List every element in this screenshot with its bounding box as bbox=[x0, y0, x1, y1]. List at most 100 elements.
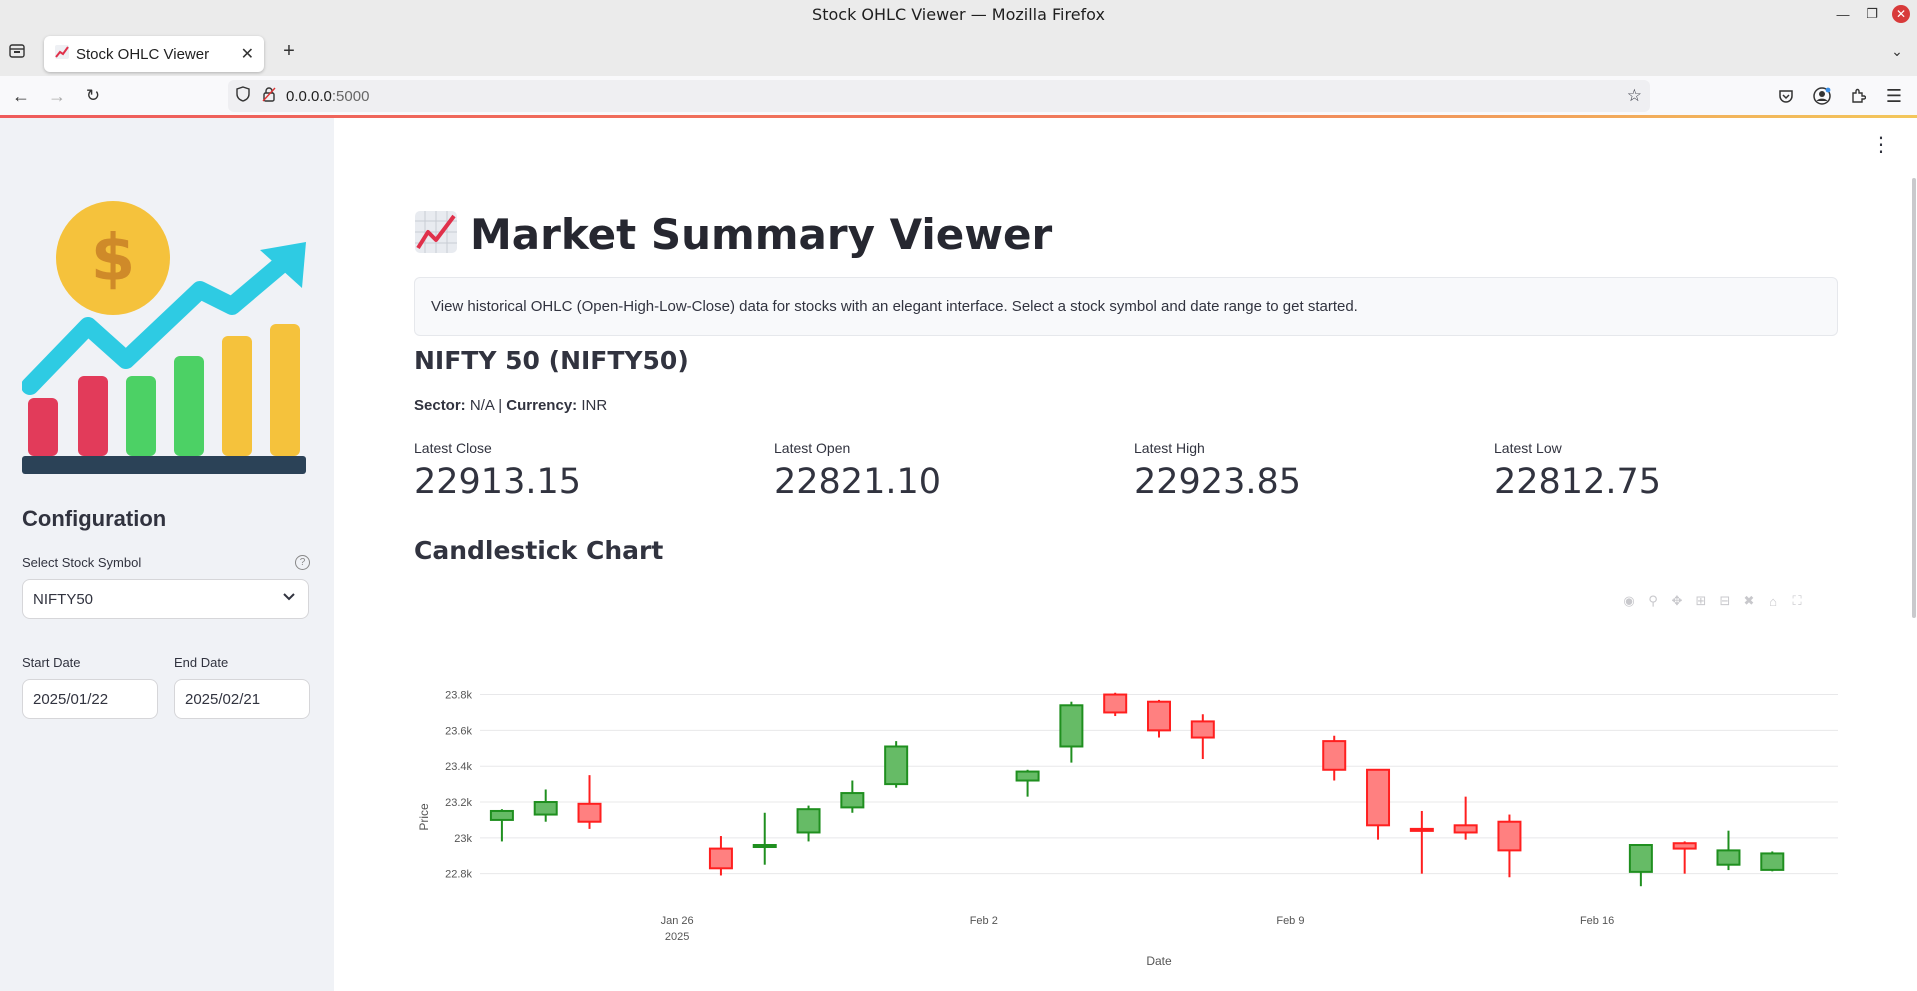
metric-latest-low: Latest Low 22812.75 bbox=[1494, 440, 1661, 502]
start-date-label: Start Date bbox=[22, 655, 81, 670]
insecure-lock-icon[interactable] bbox=[262, 86, 276, 106]
close-window-icon[interactable]: ✕ bbox=[1892, 5, 1910, 23]
candle-body bbox=[1103, 693, 1128, 714]
y-tick-label: 23.8k bbox=[445, 690, 472, 702]
x-tick-label: Jan 26 bbox=[661, 915, 694, 927]
candle-body bbox=[1190, 720, 1215, 739]
zoom-icon[interactable]: ⚲ bbox=[1644, 592, 1662, 610]
metric-latest-high: Latest High 22923.85 bbox=[1134, 440, 1301, 502]
end-date-input[interactable]: 2025/02/21 bbox=[174, 679, 310, 719]
chart-emoji-icon bbox=[414, 210, 458, 259]
bookmark-star-icon[interactable]: ☆ bbox=[1627, 86, 1642, 106]
tab-list-chevron-icon[interactable]: ⌄ bbox=[1886, 40, 1908, 62]
end-date-value: 2025/02/21 bbox=[185, 690, 261, 708]
y-tick-label: 23.2k bbox=[445, 797, 472, 809]
y-tick-label: 23.4k bbox=[445, 761, 472, 773]
account-icon[interactable] bbox=[1811, 85, 1833, 107]
symbol-select[interactable]: NIFTY50 bbox=[22, 579, 309, 619]
metric-value: 22913.15 bbox=[414, 462, 582, 502]
sector-label: Sector: bbox=[414, 397, 466, 414]
page-title: Market Summary Viewer bbox=[414, 210, 1052, 259]
metric-label: Latest Close bbox=[414, 440, 492, 456]
svg-text:$: $ bbox=[91, 222, 136, 296]
forward-icon[interactable]: → bbox=[46, 85, 68, 107]
help-icon[interactable]: ? bbox=[295, 555, 310, 570]
candle-body bbox=[1409, 827, 1434, 832]
y-tick-label: 23k bbox=[454, 833, 472, 845]
sector-value: N/A bbox=[469, 397, 495, 414]
metric-latest-close: Latest Close 22913.15 bbox=[414, 440, 581, 502]
candlestick-chart[interactable]: 22.8k 23k 23.2k 23.4k 23.6k 23.8k Jan 26 2025 Fe… bbox=[414, 672, 1844, 991]
x-tick-label: Feb 9 bbox=[1276, 915, 1304, 927]
tab-stock-ohlc-viewer[interactable]: Stock OHLC Viewer ✕ bbox=[44, 36, 264, 72]
zoom-in-icon[interactable]: ⊞ bbox=[1692, 592, 1710, 610]
start-date-value: 2025/01/22 bbox=[33, 690, 109, 708]
pan-icon[interactable]: ✥ bbox=[1668, 592, 1686, 610]
candle-body bbox=[1497, 820, 1522, 852]
candle-body bbox=[840, 792, 865, 809]
restore-icon[interactable]: ❐ bbox=[1861, 4, 1883, 24]
stock-meta: Sector: N/A | Currency: INR bbox=[414, 397, 607, 414]
new-tab-icon[interactable]: + bbox=[278, 40, 300, 62]
metric-latest-open: Latest Open 22821.10 bbox=[774, 440, 941, 502]
scrollbar[interactable] bbox=[1912, 178, 1916, 618]
candle-body bbox=[884, 745, 909, 786]
candle-body bbox=[1059, 704, 1084, 748]
tab-strip: Stock OHLC Viewer ✕ + ⌄ bbox=[0, 28, 1917, 76]
pocket-icon[interactable] bbox=[1775, 85, 1797, 107]
firefox-view-icon[interactable] bbox=[6, 40, 28, 62]
metric-value: 22821.10 bbox=[774, 462, 942, 502]
metric-label: Latest High bbox=[1134, 440, 1205, 456]
candle-body bbox=[533, 801, 558, 816]
finance-growth-logo: $ bbox=[22, 201, 306, 474]
candle-body bbox=[1628, 844, 1653, 873]
candle-body bbox=[796, 808, 821, 834]
candle-body bbox=[489, 809, 514, 821]
url-port: :5000 bbox=[331, 87, 370, 105]
candle-body bbox=[1322, 740, 1347, 771]
minimize-icon[interactable]: — bbox=[1832, 4, 1854, 24]
end-date-label: End Date bbox=[174, 655, 229, 670]
y-tick-label: 22.8k bbox=[445, 869, 472, 881]
window-title: Stock OHLC Viewer — Mozilla Firefox bbox=[812, 4, 1105, 24]
back-icon[interactable]: ← bbox=[10, 85, 32, 107]
sidebar-heading: Configuration bbox=[22, 506, 167, 531]
tab-close-icon[interactable]: ✕ bbox=[241, 44, 254, 64]
info-text: View historical OHLC (Open-High-Low-Clos… bbox=[431, 298, 1358, 315]
candle-body bbox=[1147, 700, 1171, 732]
symbol-label: Select Stock Symbol bbox=[22, 555, 142, 570]
candle-body bbox=[752, 844, 777, 849]
fullscreen-icon[interactable]: ⛶ bbox=[1788, 592, 1806, 610]
currency-value: INR bbox=[581, 397, 608, 414]
currency-label: Currency: bbox=[506, 397, 578, 414]
tab-title: Stock OHLC Viewer bbox=[76, 45, 210, 63]
app-menu-kebab-icon[interactable]: ⋮ bbox=[1871, 135, 1891, 155]
stock-heading: NIFTY 50 (NIFTY50) bbox=[414, 346, 689, 375]
url-host: 0.0.0.0 bbox=[286, 87, 332, 105]
x-tick-label: Feb 16 bbox=[1580, 915, 1614, 927]
start-date-input[interactable]: 2025/01/22 bbox=[22, 679, 158, 719]
hamburger-menu-icon[interactable]: ☰ bbox=[1883, 85, 1905, 107]
x-tick-label: Feb 2 bbox=[970, 915, 998, 927]
chart-favicon-icon bbox=[54, 44, 70, 64]
candle-body bbox=[1716, 849, 1741, 866]
shield-icon[interactable] bbox=[236, 86, 250, 106]
candle-body bbox=[1760, 852, 1785, 871]
navigation-bar: ← → ↻ 0.0.0.0:5000 ☆ ☰ bbox=[0, 76, 1917, 116]
metric-label: Latest Low bbox=[1494, 440, 1562, 456]
metric-label: Latest Open bbox=[774, 440, 851, 456]
candle-body bbox=[1015, 770, 1040, 782]
x-tick-sublabel: 2025 bbox=[665, 931, 689, 943]
candle-body bbox=[1453, 824, 1478, 834]
candle-body bbox=[1672, 842, 1697, 850]
x-axis-title: Date bbox=[1146, 954, 1172, 968]
chart-modebar: ◉ ⚲ ✥ ⊞ ⊟ ✖ ⌂ ⛶ bbox=[1620, 592, 1806, 610]
zoom-out-icon[interactable]: ⊟ bbox=[1716, 592, 1734, 610]
info-banner: View historical OHLC (Open-High-Low-Clos… bbox=[414, 277, 1838, 336]
address-bar[interactable]: 0.0.0.0:5000 ☆ bbox=[228, 80, 1650, 112]
autoscale-icon[interactable]: ✖ bbox=[1740, 592, 1758, 610]
reset-axes-icon[interactable]: ⌂ bbox=[1764, 592, 1782, 610]
camera-icon[interactable]: ◉ bbox=[1620, 592, 1638, 610]
reload-icon[interactable]: ↻ bbox=[82, 85, 104, 107]
extensions-icon[interactable] bbox=[1847, 85, 1869, 107]
